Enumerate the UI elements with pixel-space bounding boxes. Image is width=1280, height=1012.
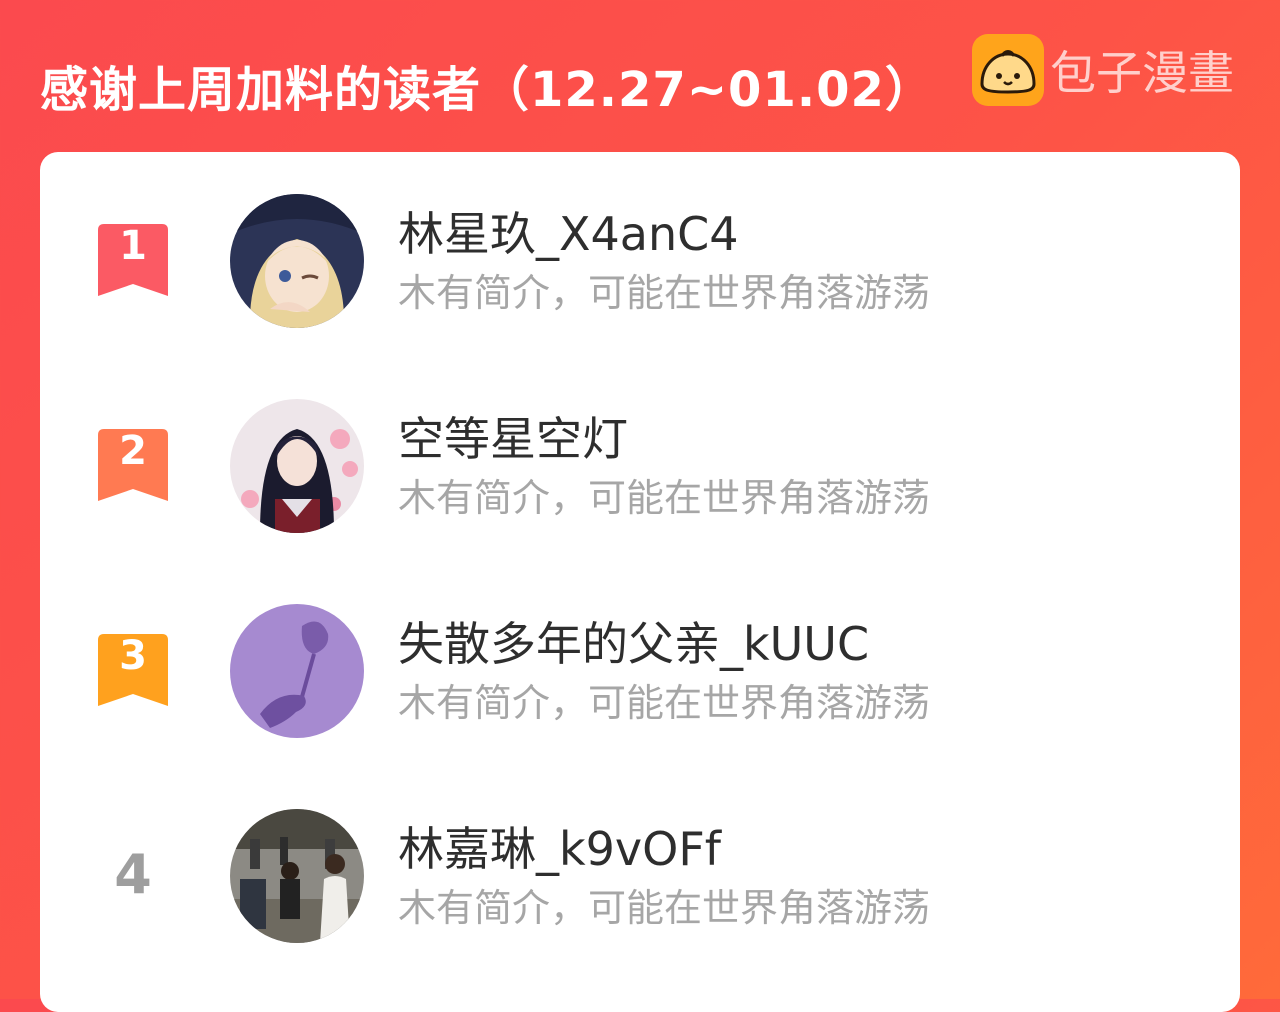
rank-badge-1: 1 [98, 224, 168, 296]
avatar[interactable] [230, 809, 364, 943]
list-item[interactable]: 4 林嘉琳_k9vOFf 木有简介，可能在世界角落游荡 [40, 807, 1240, 947]
reader-list-card: 1 林星玖_X4anC4 木有简介，可能在世界角落游荡 2 空等星空灯 木有简介… [40, 152, 1240, 1012]
avatar[interactable] [230, 399, 364, 533]
rank-number: 1 [119, 223, 147, 269]
list-item[interactable]: 2 空等星空灯 木有简介，可能在世界角落游荡 [40, 397, 1240, 537]
header: 感谢上周加料的读者（12.27~01.02） 包子漫畫 [0, 0, 1280, 150]
rank-number: 3 [119, 633, 147, 679]
reader-name[interactable]: 林星玖_X4anC4 [398, 198, 739, 264]
rank-number: 2 [119, 428, 147, 474]
reader-name[interactable]: 林嘉琳_k9vOFf [398, 813, 721, 879]
list-item[interactable]: 1 林星玖_X4anC4 木有简介，可能在世界角落游荡 [40, 192, 1240, 332]
rank-badge-3: 3 [98, 634, 168, 706]
avatar[interactable] [230, 604, 364, 738]
reader-bio: 木有简介，可能在世界角落游荡 [398, 886, 931, 930]
reader-bio: 木有简介，可能在世界角落游荡 [398, 681, 931, 725]
reader-name[interactable]: 空等星空灯 [398, 403, 628, 469]
reader-bio: 木有简介，可能在世界角落游荡 [398, 476, 931, 520]
rank-number: 4 [114, 843, 152, 906]
brand-name: 包子漫畫 [1050, 46, 1234, 100]
baozi-logo-icon [972, 34, 1044, 106]
rank-badge-2: 2 [98, 429, 168, 501]
reader-bio: 木有简介，可能在世界角落游荡 [398, 271, 931, 315]
list-item[interactable]: 3 失散多年的父亲_kUUC 木有简介，可能在世界角落游荡 [40, 602, 1240, 742]
reader-name[interactable]: 失散多年的父亲_kUUC [398, 608, 869, 674]
brand[interactable]: 包子漫畫 [972, 34, 1234, 106]
page-title: 感谢上周加料的读者（12.27~01.02） [40, 62, 934, 118]
avatar[interactable] [230, 194, 364, 328]
